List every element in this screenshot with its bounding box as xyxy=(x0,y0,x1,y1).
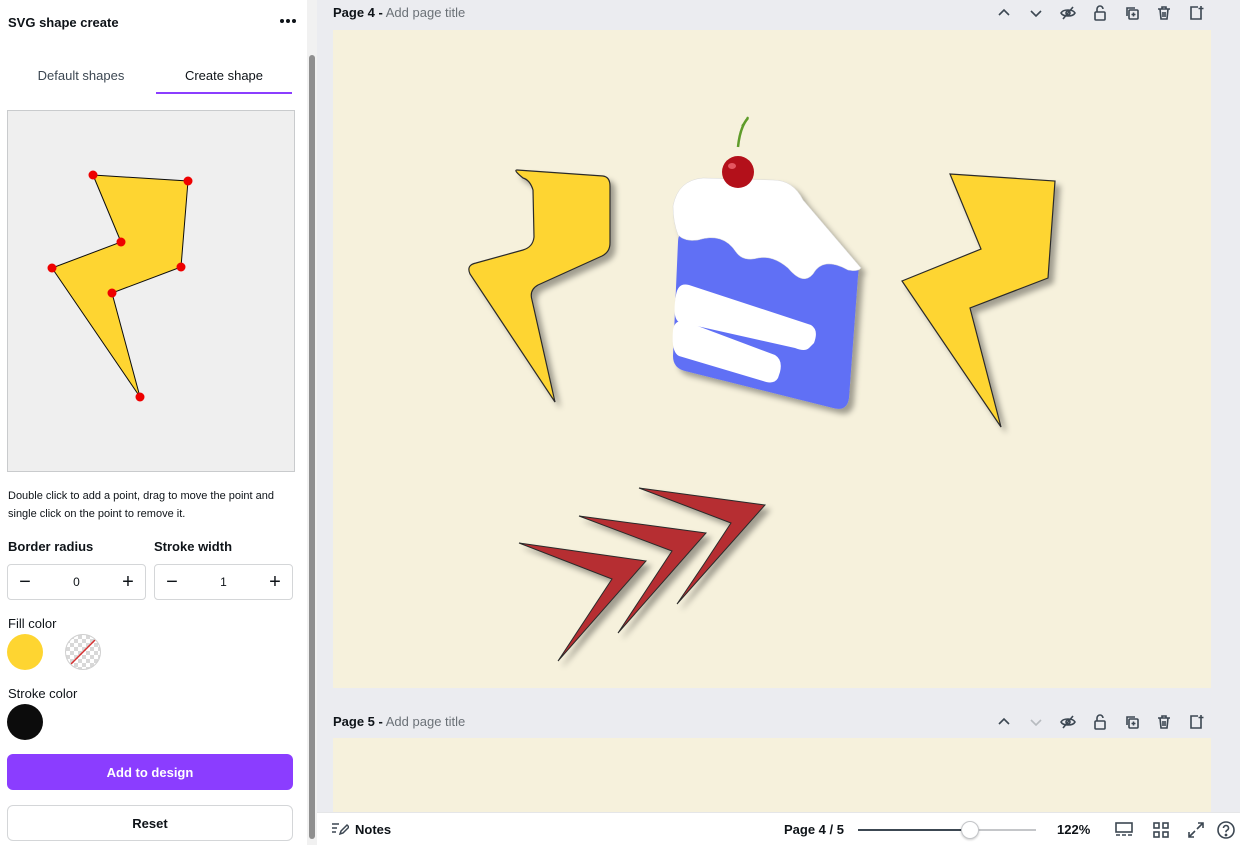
chevron-down-icon[interactable] xyxy=(1020,1,1052,25)
tab-create-shape[interactable]: Create shape xyxy=(156,68,292,94)
svg-shape-panel: SVG shape create Default shapes Create s… xyxy=(0,0,307,845)
red-chevrons[interactable] xyxy=(518,487,766,662)
notes-icon xyxy=(332,823,349,836)
plus-icon[interactable]: + xyxy=(258,565,292,599)
border-radius-stepper: − 0 + xyxy=(7,564,146,600)
stroke-color-swatch[interactable] xyxy=(7,704,43,740)
page-4-canvas[interactable] xyxy=(333,30,1211,688)
design-workspace: Page 4 - Add page title Page 5 - Add pag… xyxy=(317,0,1240,845)
delete-page-icon[interactable] xyxy=(1148,1,1180,25)
border-radius-input[interactable]: 0 xyxy=(42,575,111,589)
shape-polygon[interactable] xyxy=(51,174,189,398)
add-to-design-button[interactable]: Add to design xyxy=(7,754,293,790)
add-page-icon[interactable] xyxy=(1180,1,1212,25)
shape-editor-canvas[interactable] xyxy=(7,110,295,472)
chevron-down-icon[interactable] xyxy=(1020,710,1052,734)
page-count[interactable]: Page 4 / 5 xyxy=(784,822,844,837)
minus-icon[interactable]: − xyxy=(8,565,42,599)
duplicate-page-icon[interactable] xyxy=(1116,710,1148,734)
page-4-title-input[interactable]: Add page title xyxy=(386,5,466,20)
fill-color-label: Fill color xyxy=(8,616,57,631)
lightning-bolt-rounded[interactable] xyxy=(468,169,611,403)
cherry-highlight xyxy=(728,163,736,169)
grid-view-icon[interactable] xyxy=(1151,820,1171,840)
page-5-number: Page 5 - xyxy=(333,714,383,729)
help-icon[interactable] xyxy=(1216,820,1236,840)
stroke-width-stepper: − 1 + xyxy=(154,564,293,600)
page-5-header: Page 5 - Add page title xyxy=(333,714,465,729)
zoom-slider[interactable] xyxy=(858,829,1036,831)
plus-icon[interactable]: + xyxy=(111,565,145,599)
page-view-icon[interactable] xyxy=(1114,820,1134,840)
shape-point[interactable] xyxy=(88,170,98,180)
shape-point[interactable] xyxy=(116,237,126,247)
lightning-bolt-sharp[interactable] xyxy=(901,173,1056,428)
page-5-title-input[interactable]: Add page title xyxy=(386,714,466,729)
lock-icon[interactable] xyxy=(1084,1,1116,25)
fullscreen-icon[interactable] xyxy=(1186,820,1206,840)
border-radius-label: Border radius xyxy=(8,539,94,554)
page-4-header: Page 4 - Add page title xyxy=(333,5,465,20)
duplicate-page-icon[interactable] xyxy=(1116,1,1148,25)
shape-point[interactable] xyxy=(47,263,57,273)
cherry[interactable] xyxy=(722,156,754,188)
shape-point[interactable] xyxy=(176,262,186,272)
hide-page-icon[interactable] xyxy=(1052,1,1084,25)
shape-preview[interactable] xyxy=(8,111,296,473)
notes-label: Notes xyxy=(355,821,392,837)
bottom-bar: Notes Page 4 / 5 122% xyxy=(317,812,1240,845)
stroke-color-label: Stroke color xyxy=(8,686,78,701)
cake-slice[interactable] xyxy=(672,177,862,409)
chevron-up-icon[interactable] xyxy=(988,710,1020,734)
stroke-width-label: Stroke width xyxy=(154,539,233,554)
stroke-width-input[interactable]: 1 xyxy=(189,575,258,589)
panel-scrollbar-thumb[interactable] xyxy=(309,55,315,839)
minus-icon[interactable]: − xyxy=(155,565,189,599)
page-4-artwork xyxy=(468,116,1056,662)
hide-page-icon[interactable] xyxy=(1052,710,1084,734)
page-4-toolbar xyxy=(988,1,1212,25)
more-options-icon[interactable] xyxy=(277,10,299,32)
help-text: Double click to add a point, drag to mov… xyxy=(8,490,275,520)
add-page-icon[interactable] xyxy=(1180,710,1212,734)
notes-button[interactable]: Notes xyxy=(331,821,391,837)
shape-point[interactable] xyxy=(135,392,145,402)
zoom-level[interactable]: 122% xyxy=(1057,822,1090,837)
lock-icon[interactable] xyxy=(1084,710,1116,734)
page-5-toolbar xyxy=(988,710,1212,734)
delete-page-icon[interactable] xyxy=(1148,710,1180,734)
tab-default-shapes[interactable]: Default shapes xyxy=(8,68,154,94)
fill-color-swatch[interactable] xyxy=(7,634,43,670)
shape-point[interactable] xyxy=(183,176,193,186)
panel-title: SVG shape create xyxy=(8,15,119,30)
chevron-up-icon[interactable] xyxy=(988,1,1020,25)
shape-point[interactable] xyxy=(107,288,117,298)
no-color-icon xyxy=(70,639,96,665)
cherry-stem xyxy=(736,117,749,148)
zoom-slider-fill xyxy=(858,829,971,831)
zoom-slider-thumb[interactable] xyxy=(961,821,980,839)
reset-button[interactable]: Reset xyxy=(7,805,293,841)
no-fill-swatch[interactable] xyxy=(65,634,101,670)
page-4-number: Page 4 - xyxy=(333,5,383,20)
